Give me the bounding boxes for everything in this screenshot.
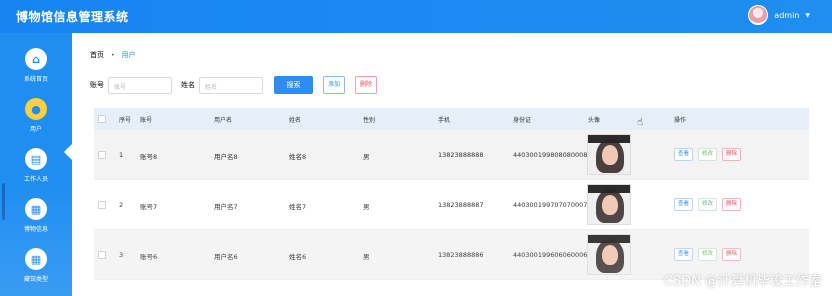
top-navbar: 博物馆信息管理系统 admin ▼ [0,0,832,33]
column-header[interactable]: 头像 [588,115,600,124]
cell-phone: 13823888888 [438,151,484,159]
cell-phone: 13823888886 [438,251,484,259]
cell-idcard: 440300199707070007 [513,201,588,209]
column-header[interactable]: 身份证 [513,115,531,124]
sidebar-item-staff[interactable]: ▤ 工作人员 [0,138,72,188]
wallet-icon: ▤ [25,148,47,170]
breadcrumb-current: 用户 [121,51,136,59]
cell-no: 2 [119,201,124,209]
sidebar-item-home[interactable]: ⌂ 系统首页 [0,38,72,88]
column-header[interactable]: 序号 [119,115,131,124]
cell-gender: 男 [363,253,370,261]
column-header[interactable]: 性别 [363,115,375,124]
scroll-handle[interactable] [2,183,5,220]
row-checkbox[interactable] [98,201,106,209]
cell-account: 账号8 [140,153,158,161]
grid-icon: ▦ [25,198,47,220]
avatar-image [587,234,631,275]
cell-name: 姓名6 [289,253,307,261]
sidebar-item-museum-info[interactable]: ▦ 博物信息 [0,188,72,238]
sidebar: ⌂ 系统首页 ● 用户 ▤ 工作人员 ▦ 博物信息 ▦ 藏馆类型 [0,33,73,296]
users-table: 序号 账号 用户名 姓名 性别 手机 身份证 头像 操作 1 账号8 用户名8 … [94,108,809,296]
delete-row-button[interactable]: 删除 [722,198,742,211]
user-icon: ● [25,98,47,120]
delete-row-button[interactable]: 删除 [722,148,742,161]
name-label: 姓名 [181,81,195,89]
cell-idcard: 440300199808080008 [513,151,588,159]
cell-name: 姓名7 [289,203,307,211]
sidebar-item-label: 用户 [29,126,42,133]
home-icon: ⌂ [25,48,47,70]
column-header[interactable]: 账号 [140,115,152,124]
row-checkbox[interactable] [98,251,106,259]
cell-gender: 男 [363,203,370,211]
cell-idcard: 440300199606060006 [513,251,588,259]
cell-no: 1 [119,151,124,159]
app-title: 博物馆信息管理系统 [16,10,129,24]
cell-account: 账号6 [140,253,158,261]
sidebar-item-users[interactable]: ● 用户 [0,88,72,138]
avatar [748,5,769,25]
sidebar-item-label: 工作人员 [23,176,48,183]
breadcrumb-home[interactable]: 首页 [90,50,104,60]
edit-button[interactable]: 修改 [698,148,718,161]
cell-username: 用户名8 [214,153,238,161]
mouse-cursor-icon: ☝ [637,117,644,128]
table-header: 序号 账号 用户名 姓名 性别 手机 身份证 头像 操作 [94,108,809,130]
sidebar-item-label: 藏馆类型 [23,276,48,283]
cell-phone: 13823888887 [438,201,484,209]
cell-name: 姓名8 [289,153,307,161]
sidebar-item-collection-type[interactable]: ▦ 藏馆类型 [0,238,72,288]
grid-icon: ▦ [25,248,47,270]
view-button[interactable]: 查看 [674,248,694,261]
breadcrumb: 首页 • 用户 [90,50,136,60]
cell-username: 用户名7 [214,203,238,211]
column-header: 操作 [674,117,687,124]
sidebar-item-label: 博物信息 [23,226,48,233]
edit-button[interactable]: 修改 [698,198,718,211]
main-content: 首页 • 用户 账号 账号 姓名 姓名 搜索 添加 删除 序号 账号 用户名 姓… [72,33,832,296]
name-input[interactable]: 姓名 [199,76,263,94]
edit-button[interactable]: 修改 [698,248,718,261]
account-label: 账号 [90,81,104,89]
column-header[interactable]: 姓名 [289,115,301,124]
cell-no: 3 [119,251,124,259]
cell-account: 账号7 [140,203,158,211]
sidebar-item-label: 系统首页 [23,76,48,83]
add-button[interactable]: 添加 [323,76,346,94]
table-row: 1 账号8 用户名8 姓名8 男 13823888888 44030019980… [94,130,809,180]
username: admin [774,10,800,20]
chevron-down-icon: ▼ [805,11,810,19]
table-row: 2 账号7 用户名7 姓名7 男 13823888887 44030019970… [94,180,809,230]
delete-row-button[interactable]: 删除 [722,248,742,261]
avatar-image [587,134,631,175]
cell-gender: 男 [363,153,370,161]
column-header[interactable]: 手机 [438,115,450,124]
cell-username: 用户名6 [214,253,238,261]
view-button[interactable]: 查看 [674,148,694,161]
avatar-image [587,184,631,225]
breadcrumb-separator: • [111,51,115,59]
account-input[interactable]: 账号 [108,76,172,94]
column-header[interactable]: 用户名 [214,115,232,124]
search-bar: 账号 账号 姓名 姓名 搜索 添加 删除 [90,76,378,94]
row-checkbox[interactable] [98,151,106,159]
watermark: CSDN @计算机毕设工作室 [663,274,822,289]
user-menu[interactable]: admin ▼ [748,5,810,25]
select-all-checkbox[interactable] [98,115,106,123]
view-button[interactable]: 查看 [674,198,694,211]
delete-button[interactable]: 删除 [355,76,378,94]
search-button[interactable]: 搜索 [274,76,313,94]
